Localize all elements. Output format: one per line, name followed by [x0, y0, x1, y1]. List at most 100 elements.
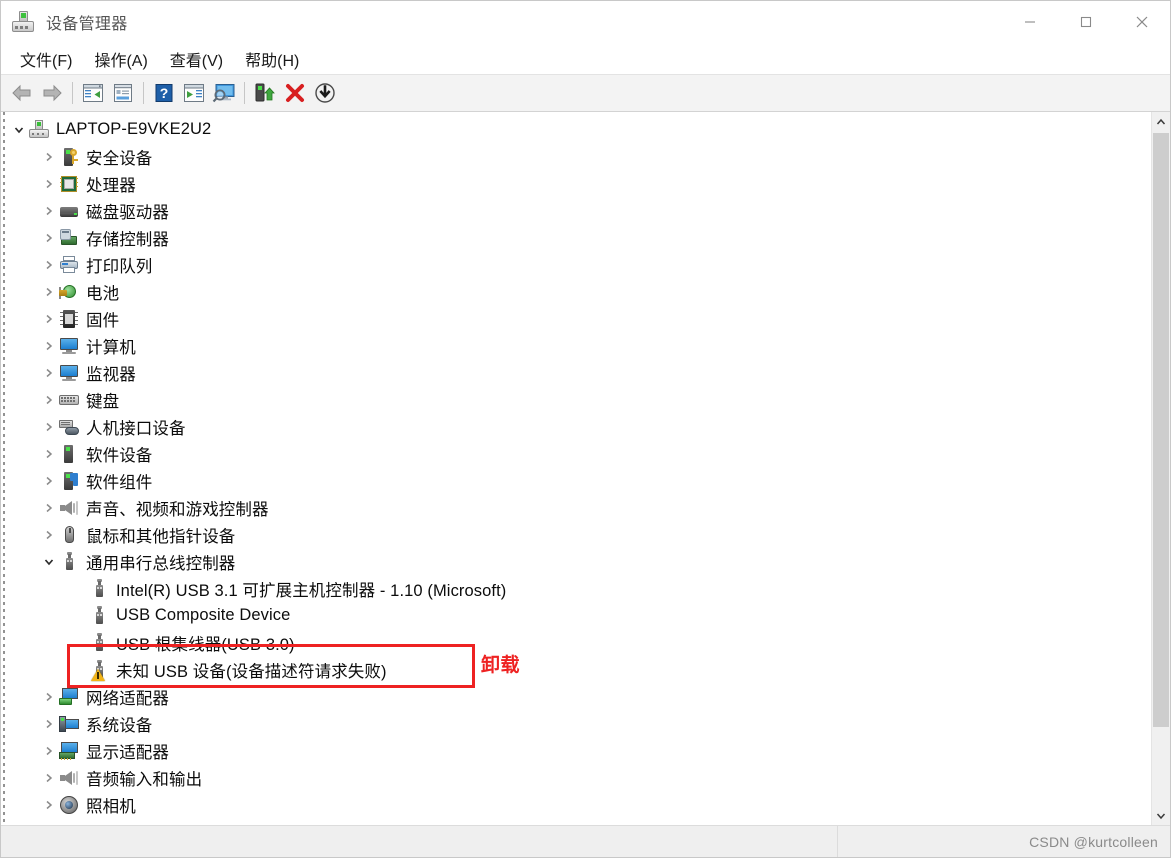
sidebar-item-software-components[interactable]: 软件组件: [1, 467, 1151, 494]
tree-label: 网络适配器: [86, 689, 169, 708]
expander-processors[interactable]: [39, 170, 59, 197]
toolbar-help[interactable]: ?: [149, 78, 179, 108]
expander-firmware[interactable]: [39, 305, 59, 332]
expander-system-devices[interactable]: [39, 710, 59, 737]
tree-label: 通用串行总线控制器: [86, 554, 236, 573]
tree-label: 磁盘驱动器: [86, 203, 169, 222]
sidebar-item-keyboards[interactable]: 键盘: [1, 386, 1151, 413]
maximize-button[interactable]: [1058, 1, 1114, 43]
expander-root[interactable]: [9, 116, 29, 143]
sidebar-item-display-adapters[interactable]: 显示适配器: [1, 737, 1151, 764]
expander-software-components[interactable]: [39, 467, 59, 494]
chevron-up-icon: [1156, 118, 1166, 124]
expander-hid[interactable]: [39, 413, 59, 440]
sidebar-item-storage-controllers[interactable]: 存储控制器: [1, 224, 1151, 251]
device-manager-window: 设备管理器 文件(F) 操作(A) 查看(V) 帮助(H) ? LAPTOP-E…: [0, 0, 1171, 858]
update-driver-icon: [255, 83, 275, 102]
list-item-usb-device[interactable]: Intel(R) USB 3.1 可扩展主机控制器 - 1.10 (Micros…: [1, 575, 1151, 602]
toolbar-uninstall[interactable]: [280, 78, 310, 108]
menu-action[interactable]: 操作(A): [83, 44, 158, 74]
expander-batteries[interactable]: [39, 278, 59, 305]
sidebar-item-firmware[interactable]: 固件: [1, 305, 1151, 332]
sidebar-item-security-devices[interactable]: 安全设备: [1, 143, 1151, 170]
menu-file[interactable]: 文件(F): [9, 44, 83, 74]
expander-software-devices[interactable]: [39, 440, 59, 467]
list-item-unknown-usb-device[interactable]: 未知 USB 设备(设备描述符请求失败): [1, 656, 1151, 683]
usb-device-icon: [89, 605, 109, 626]
sidebar-item-cameras[interactable]: 照相机: [1, 791, 1151, 818]
sidebar-item-batteries[interactable]: 电池: [1, 278, 1151, 305]
tree-label: 人机接口设备: [86, 419, 186, 438]
tree-label: 处理器: [86, 176, 136, 195]
toolbar-back[interactable]: [7, 78, 37, 108]
usb-device-icon: [89, 578, 109, 599]
tree-label-root: LAPTOP-E9VKE2U2: [56, 120, 212, 138]
tree-label: 鼠标和其他指针设备: [86, 527, 236, 546]
help-question-icon: ?: [155, 84, 173, 102]
device-tree[interactable]: LAPTOP-E9VKE2U2 安全设备 处理器 磁盘驱动器 存储控制器 打印队…: [1, 112, 1151, 825]
toolbar-disable[interactable]: [310, 78, 340, 108]
toolbar-scan-changes[interactable]: [179, 78, 209, 108]
expander-monitors[interactable]: [39, 359, 59, 386]
tree-label: 安全设备: [86, 149, 153, 168]
sidebar-item-usb-controllers[interactable]: 通用串行总线控制器: [1, 548, 1151, 575]
expander-print-queues[interactable]: [39, 251, 59, 278]
expander-usb-controllers[interactable]: [39, 548, 59, 575]
menu-help[interactable]: 帮助(H): [234, 44, 310, 74]
sidebar-item-sound-video-game[interactable]: 声音、视频和游戏控制器: [1, 494, 1151, 521]
sidebar-item-audio-io[interactable]: 音频输入和输出: [1, 764, 1151, 791]
computer-icon: [59, 336, 79, 356]
expander-disk-drives[interactable]: [39, 197, 59, 224]
close-button[interactable]: [1114, 1, 1170, 43]
disk-drive-icon: [59, 201, 79, 221]
expander-security-devices[interactable]: [39, 143, 59, 170]
vertical-scrollbar[interactable]: [1151, 112, 1170, 825]
toolbar-properties[interactable]: [108, 78, 138, 108]
menu-view[interactable]: 查看(V): [159, 44, 234, 74]
sound-video-game-icon: [59, 498, 79, 518]
sidebar-item-software-devices[interactable]: 软件设备: [1, 440, 1151, 467]
expander-network-adapters[interactable]: [39, 683, 59, 710]
scroll-up-button[interactable]: [1152, 112, 1170, 131]
scroll-down-button[interactable]: [1152, 806, 1170, 825]
tree-label: 系统设备: [86, 716, 153, 735]
chevron-down-icon: [1156, 813, 1166, 819]
sidebar-item-processors[interactable]: 处理器: [1, 170, 1151, 197]
sidebar-item-mice[interactable]: 鼠标和其他指针设备: [1, 521, 1151, 548]
sidebar-item-network-adapters[interactable]: 网络适配器: [1, 683, 1151, 710]
chevron-right-icon: [46, 773, 53, 782]
scroll-track[interactable]: [1152, 131, 1170, 806]
expander-display-adapters[interactable]: [39, 737, 59, 764]
expander-sound-video-game[interactable]: [39, 494, 59, 521]
annotation-label: 卸载: [481, 655, 521, 676]
expander-cameras[interactable]: [39, 791, 59, 818]
list-item-usb-device[interactable]: USB 根集线器(USB 3.0): [1, 629, 1151, 656]
toolbar-separator-2: [143, 82, 144, 104]
toolbar-update-driver[interactable]: [250, 78, 280, 108]
tree-row-root[interactable]: LAPTOP-E9VKE2U2: [1, 116, 1151, 143]
tree-label: 软件设备: [86, 446, 153, 465]
warning-exclamation: [97, 671, 99, 679]
sidebar-item-system-devices[interactable]: 系统设备: [1, 710, 1151, 737]
toolbar-forward[interactable]: [37, 78, 67, 108]
expander-computer[interactable]: [39, 332, 59, 359]
sidebar-item-hid[interactable]: 人机接口设备: [1, 413, 1151, 440]
expander-storage-controllers[interactable]: [39, 224, 59, 251]
tree-label: 音频输入和输出: [86, 770, 203, 789]
expander-audio-io[interactable]: [39, 764, 59, 791]
sidebar-item-monitors[interactable]: 监视器: [1, 359, 1151, 386]
expander-mice[interactable]: [39, 521, 59, 548]
sidebar-item-computer[interactable]: 计算机: [1, 332, 1151, 359]
list-item-usb-device[interactable]: USB Composite Device: [1, 602, 1151, 629]
watermark: CSDN @kurtcolleen: [1029, 833, 1158, 850]
sidebar-item-disk-drives[interactable]: 磁盘驱动器: [1, 197, 1151, 224]
scroll-thumb[interactable]: [1153, 133, 1169, 727]
sidebar-item-print-queues[interactable]: 打印队列: [1, 251, 1151, 278]
monitor-icon: [59, 363, 79, 383]
chevron-right-icon: [46, 314, 53, 323]
minimize-button[interactable]: [1002, 1, 1058, 43]
toolbar-show-tree[interactable]: [78, 78, 108, 108]
tree-label: 存储控制器: [86, 230, 169, 249]
expander-keyboards[interactable]: [39, 386, 59, 413]
toolbar-scan-hardware[interactable]: [209, 78, 239, 108]
